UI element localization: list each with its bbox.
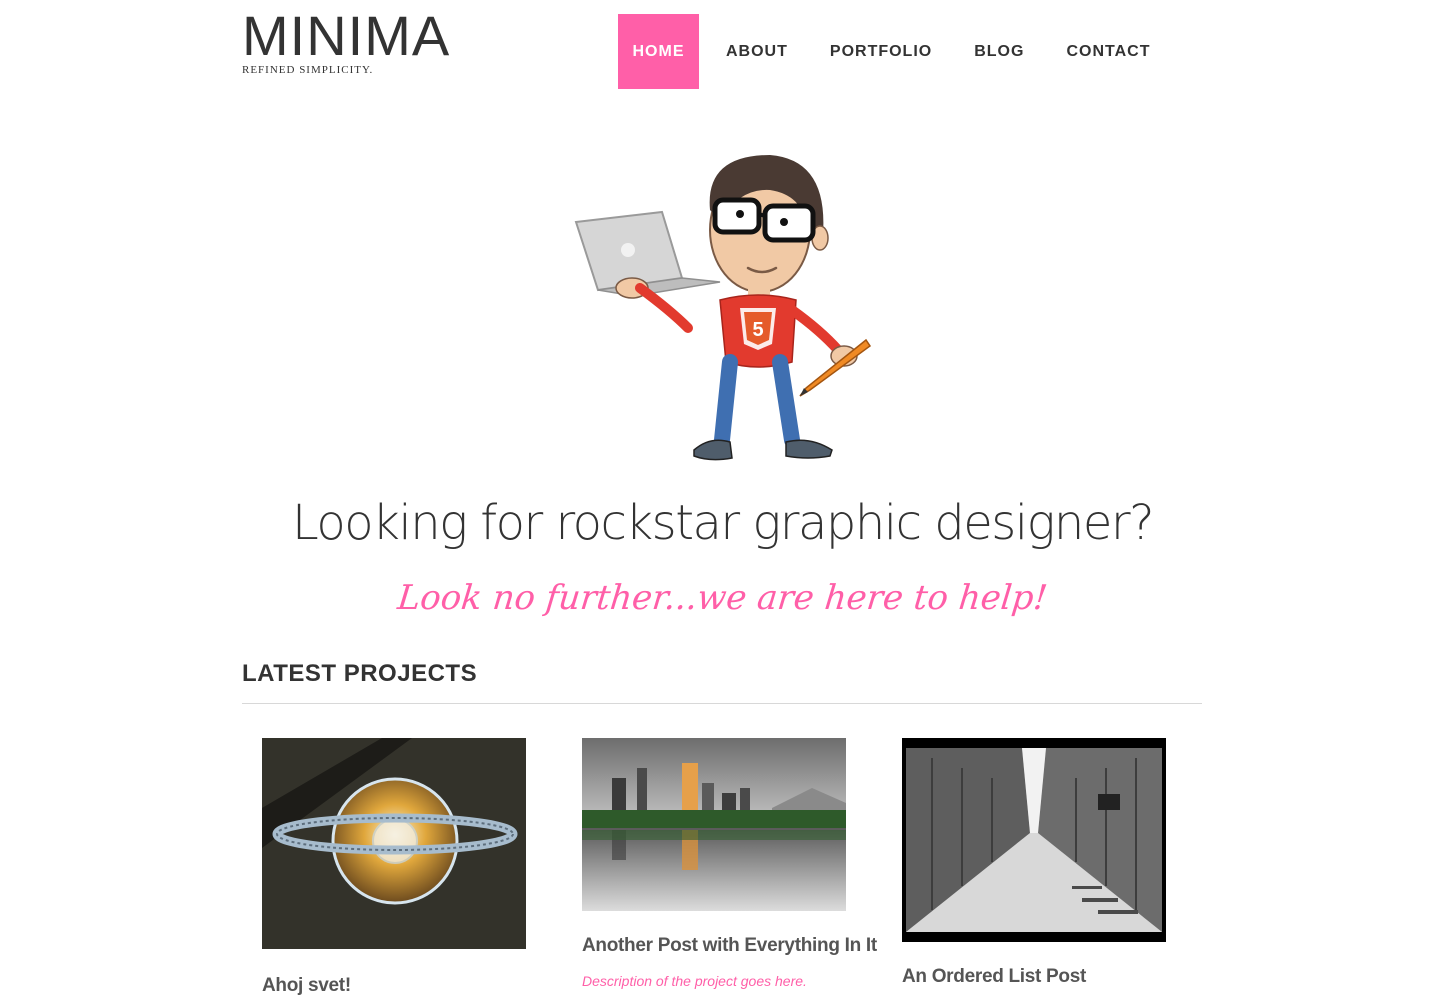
project-title[interactable]: An Ordered List Post <box>902 966 1166 988</box>
arcade-gallery-photo[interactable] <box>902 738 1166 942</box>
site-title: MINIMA <box>242 4 451 67</box>
html5-badge-icon: 5 <box>740 308 776 350</box>
section-divider <box>242 703 1202 704</box>
project-title[interactable]: Ahoj svet! <box>262 975 526 997</box>
designer-mascot-illustration: 5 <box>570 150 880 470</box>
project-card: Another Post with Everything In It Descr… <box>582 738 877 989</box>
site-logo[interactable]: MINIMA REFINED SIMPLICITY. <box>242 4 451 77</box>
latest-projects-title: LATEST PROJECTS <box>242 660 478 687</box>
main-nav: HOME ABOUT PORTFOLIO BLOG CONTACT <box>618 14 1150 89</box>
project-title[interactable]: Another Post with Everything In It <box>582 935 877 957</box>
nav-item-blog[interactable]: BLOG <box>974 14 1024 89</box>
svg-text:5: 5 <box>752 319 763 341</box>
project-card: An Ordered List Post <box>902 738 1166 988</box>
hero-heading: Looking for rockstar graphic designer? <box>291 495 1155 551</box>
glass-orb-photo[interactable] <box>262 738 526 949</box>
nav-item-home[interactable]: HOME <box>618 14 699 89</box>
project-card: Ahoj svet! <box>262 738 526 997</box>
project-description: Description of the project goes here. <box>582 973 807 989</box>
hero-subheading: Look no further...we are here to help! <box>395 578 1050 618</box>
city-lake-photo[interactable] <box>582 738 846 911</box>
nav-item-portfolio[interactable]: PORTFOLIO <box>830 14 932 89</box>
nav-item-contact[interactable]: CONTACT <box>1066 14 1150 89</box>
laptop-icon <box>574 210 721 297</box>
nav-item-about[interactable]: ABOUT <box>726 14 788 89</box>
